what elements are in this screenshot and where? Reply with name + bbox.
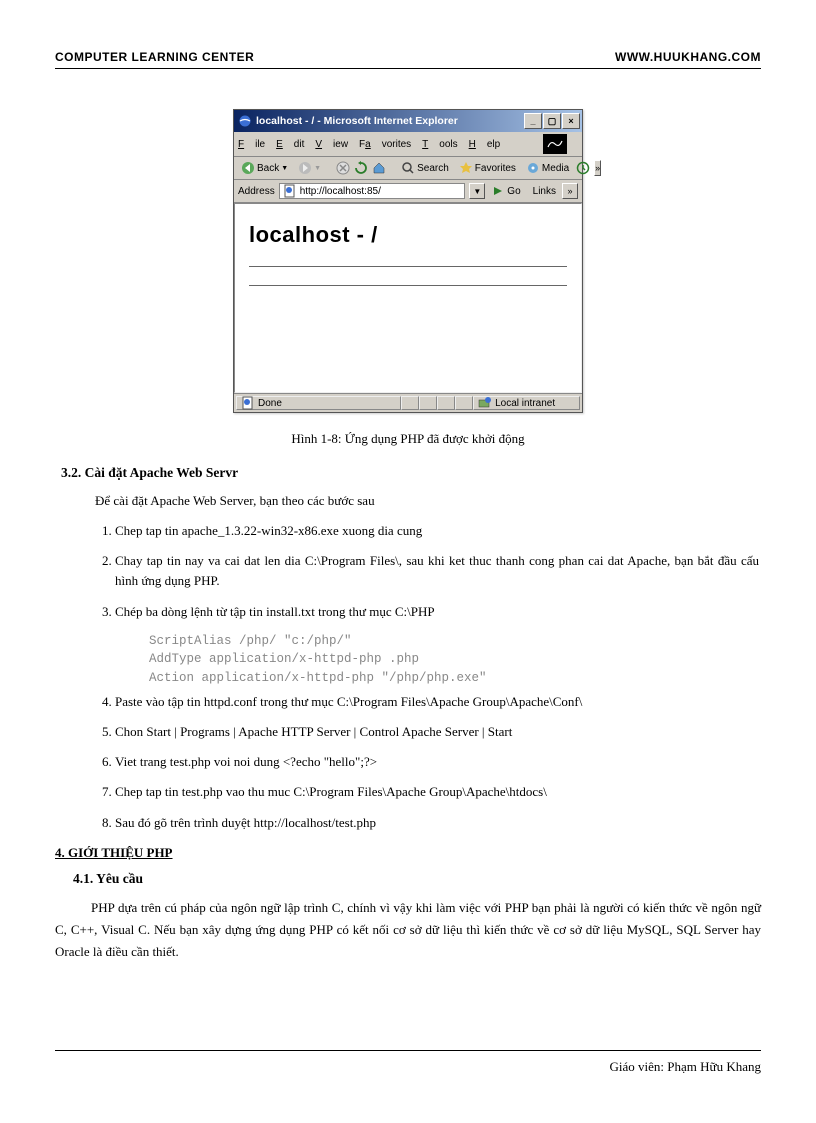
page-icon	[283, 184, 297, 198]
media-label: Media	[542, 163, 569, 174]
back-label: Back	[257, 163, 279, 174]
status-pane	[437, 396, 455, 410]
status-bar: Done Local intranet	[234, 393, 582, 412]
media-button[interactable]: Media	[523, 160, 572, 176]
figure-caption: Hình 1-8: Ứng dụng PHP đã được khởi động	[55, 431, 761, 447]
steps-list-a: Chep tap tin apache_1.3.22-win32-x86.exe…	[115, 521, 761, 622]
forward-button[interactable]: ▼	[295, 160, 324, 176]
browser-content: localhost - /	[234, 203, 582, 393]
search-button[interactable]: Search	[398, 160, 452, 176]
ms-logo-icon	[543, 134, 567, 154]
back-button[interactable]: Back ▼	[238, 160, 291, 176]
title-bar[interactable]: localhost - / - Microsoft Internet Explo…	[234, 110, 582, 132]
go-button[interactable]: Go	[489, 183, 522, 199]
list-item: Chep tap tin apache_1.3.22-win32-x86.exe…	[115, 521, 761, 541]
address-input[interactable]: http://localhost:85/	[279, 183, 466, 199]
toolbar-overflow-button[interactable]: »	[594, 160, 601, 176]
menu-help[interactable]: Help	[469, 139, 501, 150]
refresh-icon[interactable]	[354, 161, 368, 175]
intro-paragraph: Để cài đặt Apache Web Server, bạn theo c…	[95, 491, 761, 511]
links-overflow-button[interactable]: »	[562, 183, 578, 199]
media-icon	[526, 161, 540, 175]
address-label: Address	[238, 186, 275, 197]
favorites-label: Favorites	[475, 163, 516, 174]
star-icon	[459, 161, 473, 175]
status-pane	[401, 396, 419, 410]
intranet-icon	[478, 396, 492, 410]
page-h1: localhost - /	[249, 222, 567, 248]
favorites-button[interactable]: Favorites	[456, 160, 519, 176]
ie-window: localhost - / - Microsoft Internet Explo…	[233, 109, 583, 413]
status-done-text: Done	[258, 398, 282, 409]
list-item: Chép ba dòng lệnh từ tập tin install.txt…	[115, 602, 761, 622]
search-label: Search	[417, 163, 449, 174]
header-left: COMPUTER LEARNING CENTER	[55, 50, 254, 64]
go-label: Go	[507, 186, 520, 197]
status-zone-pane: Local intranet	[473, 396, 580, 410]
list-item: Chon Start | Programs | Apache HTTP Serv…	[115, 722, 761, 742]
list-item: Viet trang test.php voi noi dung <?echo …	[115, 752, 761, 772]
status-zone-text: Local intranet	[495, 398, 555, 409]
menu-view[interactable]: View	[315, 139, 348, 150]
search-icon	[401, 161, 415, 175]
address-value: http://localhost:85/	[300, 186, 462, 197]
status-pane	[419, 396, 437, 410]
hr	[249, 285, 567, 286]
code-block: ScriptAlias /php/ "c:/php/" AddType appl…	[149, 632, 761, 688]
history-icon[interactable]	[576, 161, 590, 175]
address-bar: Address http://localhost:85/ ▼ Go Links …	[234, 180, 582, 203]
list-item: Chep tap tin test.php vao thu muc C:\Pro…	[115, 782, 761, 802]
heading-4-1: 4.1. Yêu cầu	[73, 871, 761, 887]
close-button[interactable]: ×	[562, 113, 580, 129]
links-label[interactable]: Links	[531, 186, 558, 197]
forward-icon	[298, 161, 312, 175]
hr	[249, 266, 567, 267]
menu-edit[interactable]: Edit	[276, 139, 304, 150]
page-footer: Giáo viên: Phạm Hữu Khang	[55, 1050, 761, 1075]
list-item: Chay tap tin nay va cai dat len dia C:\P…	[115, 551, 761, 591]
menu-favorites[interactable]: Favorites	[359, 139, 411, 150]
menu-bar: File Edit View Favorites Tools Help	[234, 132, 582, 157]
maximize-button[interactable]: ▢	[543, 113, 561, 129]
status-pane	[455, 396, 473, 410]
window-title: localhost - / - Microsoft Internet Explo…	[256, 115, 524, 127]
stop-icon[interactable]	[336, 161, 350, 175]
go-icon	[491, 184, 505, 198]
back-icon	[241, 161, 255, 175]
list-item: Sau đó gõ trên trình duyệt http://localh…	[115, 813, 761, 833]
list-item: Paste vào tập tin httpd.conf trong thư m…	[115, 692, 761, 712]
minimize-button[interactable]: _	[524, 113, 542, 129]
page-header: COMPUTER LEARNING CENTER WWW.HUUKHANG.CO…	[55, 50, 761, 69]
menu-file[interactable]: File	[238, 139, 265, 150]
toolbar: Back ▼ ▼ Search Favorites Media	[234, 157, 582, 180]
menu-tools[interactable]: Tools	[422, 139, 457, 150]
heading-4: 4. GIỚI THIỆU PHP	[55, 845, 761, 861]
steps-list-b: Paste vào tập tin httpd.conf trong thư m…	[115, 692, 761, 833]
heading-3-2: 3.2. Cài đặt Apache Web Servr	[61, 465, 761, 481]
page-done-icon	[241, 396, 255, 410]
status-done-pane: Done	[236, 396, 401, 410]
header-right: WWW.HUUKHANG.COM	[615, 50, 761, 64]
body-paragraph: PHP dựa trên cú pháp của ngôn ngữ lập tr…	[55, 897, 761, 963]
address-dropdown-button[interactable]: ▼	[469, 183, 485, 199]
home-icon[interactable]	[372, 161, 386, 175]
ie-icon	[238, 114, 252, 128]
